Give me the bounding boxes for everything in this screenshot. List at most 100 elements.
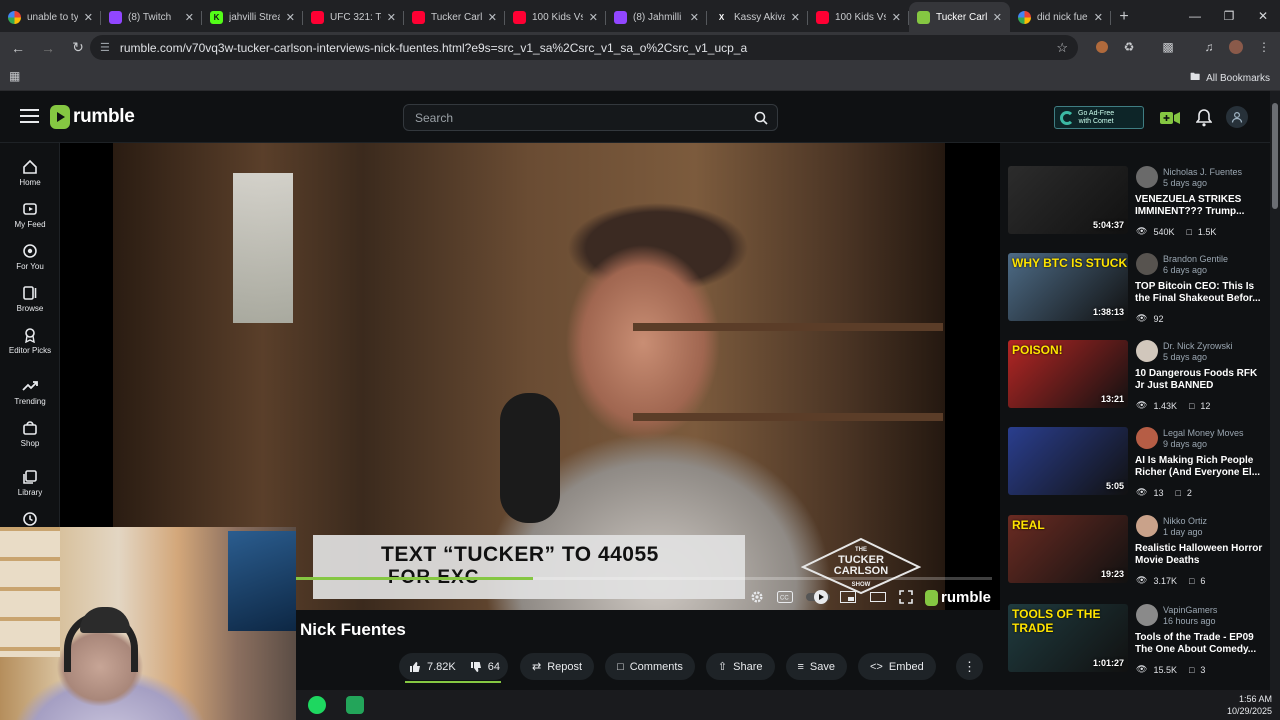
close-tab-icon[interactable]: ✕ <box>993 11 1002 24</box>
close-tab-icon[interactable]: ✕ <box>387 11 396 24</box>
channel-avatar[interactable] <box>1136 166 1158 188</box>
recommended-video-title[interactable]: TOP Bitcoin CEO: This Is the Final Shake… <box>1135 281 1265 305</box>
close-tab-icon[interactable]: ✕ <box>892 11 901 24</box>
video-thumbnail[interactable]: POISON! 13:21 <box>1008 340 1128 408</box>
channel-name[interactable]: Nicholas J. Fuentes <box>1163 167 1242 177</box>
more-options-icon[interactable]: ⋮ <box>956 653 983 680</box>
channel-avatar[interactable] <box>1136 340 1158 362</box>
video-thumbnail[interactable]: REAL 19:23 <box>1008 515 1128 583</box>
channel-name[interactable]: Dr. Nick Zyrowski <box>1163 341 1233 351</box>
browser-tab[interactable]: UFC 321: To ✕ <box>303 2 404 32</box>
media-control-icon[interactable]: ♫ <box>1199 37 1219 57</box>
cast-icon[interactable]: ▩ <box>1158 37 1178 57</box>
close-tab-icon[interactable]: ✕ <box>1094 11 1103 24</box>
close-tab-icon[interactable]: ✕ <box>185 11 194 24</box>
profile-icon[interactable] <box>1226 37 1246 57</box>
recommended-video-card[interactable]: REAL 19:23 Nikko Ortiz 1 day ago Realistic H… <box>1008 515 1270 591</box>
close-tab-icon[interactable]: ✕ <box>84 11 93 24</box>
sidebar-item-my-feed[interactable]: My Feed <box>0 201 60 229</box>
extensions-puzzle-icon[interactable]: ♻ <box>1119 37 1139 57</box>
sidebar-item-home[interactable]: Home <box>0 159 60 187</box>
share-button[interactable]: ⇧ Share <box>705 653 775 680</box>
fullscreen-icon[interactable] <box>897 588 915 606</box>
sidebar-item-for-you[interactable]: For You <box>0 243 60 271</box>
comments-button[interactable]: □ Comments <box>605 653 695 680</box>
video-thumbnail[interactable]: TOOLS OF THE TRADE 1:01:27 <box>1008 604 1128 672</box>
channel-avatar[interactable] <box>1136 427 1158 449</box>
miniplayer-icon[interactable] <box>839 588 857 606</box>
recommended-video-card[interactable]: WHY BTC IS STUCK 1:38:13 Brandon Gentile 6 … <box>1008 253 1270 329</box>
forward-icon[interactable]: → <box>34 34 62 62</box>
recommended-video-card[interactable]: TOOLS OF THE TRADE 1:01:27 VapinGamers 16 h… <box>1008 604 1270 680</box>
channel-name[interactable]: VapinGamers <box>1163 605 1217 615</box>
recommended-video-card[interactable]: 5:05 Legal Money Moves 9 days ago AI Is Mak… <box>1008 427 1270 503</box>
recommended-video-card[interactable]: POISON! 13:21 Dr. Nick Zyrowski 5 days ago 1… <box>1008 340 1270 416</box>
recommended-video-title[interactable]: Tools of the Trade - EP09 The One About … <box>1135 632 1265 656</box>
theater-mode-icon[interactable] <box>869 588 887 606</box>
new-tab-button[interactable]: + <box>1111 2 1137 32</box>
sidebar-item-shop[interactable]: Shop <box>0 420 60 448</box>
closed-captions-icon[interactable]: CC <box>776 588 794 606</box>
video-thumbnail[interactable]: WHY BTC IS STUCK 1:38:13 <box>1008 253 1128 321</box>
minimize-icon[interactable]: — <box>1178 0 1212 32</box>
channel-avatar[interactable] <box>1136 604 1158 626</box>
browser-tab[interactable]: 100 Kids Vs ✕ <box>808 2 909 32</box>
restore-icon[interactable]: ❐ <box>1212 0 1246 32</box>
hamburger-menu-icon[interactable] <box>20 109 39 123</box>
sidebar-item-editor-picks[interactable]: Editor Picks <box>0 327 60 355</box>
browser-tab[interactable]: did nick fue ✕ <box>1010 2 1111 32</box>
browser-tab[interactable]: Tucker Carl ✕ <box>404 2 505 32</box>
close-window-icon[interactable]: ✕ <box>1246 0 1280 32</box>
back-icon[interactable]: ← <box>4 34 32 62</box>
close-tab-icon[interactable]: ✕ <box>286 11 295 24</box>
video-thumbnail[interactable]: 5:05 <box>1008 427 1128 495</box>
recommended-video-title[interactable]: AI Is Making Rich People Richer (And Eve… <box>1135 455 1265 479</box>
sidebar-item-library[interactable]: Library <box>0 469 60 497</box>
close-tab-icon[interactable]: ✕ <box>589 11 598 24</box>
browser-tab[interactable]: Tucker Carl ✕ <box>909 2 1010 32</box>
address-bar[interactable]: ☰ rumble.com/v70vq3w-tucker-carlson-inte… <box>90 35 1078 60</box>
browser-tab[interactable]: (8) Twitch ✕ <box>101 2 202 32</box>
settings-gear-icon[interactable] <box>748 588 766 606</box>
repost-button[interactable]: ⇄ Repost <box>520 653 595 680</box>
rumble-logo[interactable]: rumble <box>50 105 135 129</box>
channel-name[interactable]: Nikko Ortiz <box>1163 516 1207 526</box>
search-icon[interactable] <box>753 110 769 126</box>
close-tab-icon[interactable]: ✕ <box>488 11 497 24</box>
embed-button[interactable]: <> Embed <box>858 653 936 680</box>
browser-tab[interactable]: (8) Jahmilli ✕ <box>606 2 707 32</box>
channel-avatar[interactable] <box>1136 515 1158 537</box>
channel-name[interactable]: Legal Money Moves <box>1163 428 1244 438</box>
rumble-watermark[interactable]: rumble <box>925 589 991 606</box>
scrollbar-thumb[interactable] <box>1272 103 1278 209</box>
video-thumbnail[interactable]: 5:04:37 <box>1008 166 1128 234</box>
recommended-video-card[interactable]: 5:04:37 Nicholas J. Fuentes 5 days ago VENE… <box>1008 166 1270 242</box>
go-ad-free-button[interactable]: Go Ad-Free with Comet <box>1054 106 1144 129</box>
apps-grid-icon[interactable]: ▦ <box>9 69 20 83</box>
close-tab-icon[interactable]: ✕ <box>690 11 699 24</box>
recommended-video-title[interactable]: VENEZUELA STRIKES IMMINENT??? Trump... <box>1135 194 1265 218</box>
channel-name[interactable]: Brandon Gentile <box>1163 254 1228 264</box>
recommended-video-title[interactable]: 10 Dangerous Foods RFK Jr Just BANNED <box>1135 368 1265 392</box>
upload-video-icon[interactable] <box>1159 107 1181 129</box>
sidebar-item-trending[interactable]: Trending <box>0 378 60 406</box>
notifications-bell-icon[interactable] <box>1193 107 1215 129</box>
extension-avatar-icon[interactable] <box>1092 37 1112 57</box>
browser-tab[interactable]: 100 Kids Vs ✕ <box>505 2 606 32</box>
reload-icon[interactable]: ↻ <box>64 34 92 62</box>
bookmark-star-icon[interactable]: ☆ <box>1056 40 1068 56</box>
seek-bar[interactable] <box>296 577 992 580</box>
browser-tab[interactable]: unable to ty ✕ <box>0 2 101 32</box>
browser-tab[interactable]: X Kassy Akiva ✕ <box>707 2 808 32</box>
spotify-icon[interactable] <box>308 696 326 714</box>
recommended-video-title[interactable]: Realistic Halloween Horror Movie Deaths <box>1135 543 1265 567</box>
channel-avatar[interactable] <box>1136 253 1158 275</box>
close-tab-icon[interactable]: ✕ <box>791 11 800 24</box>
discord-icon[interactable] <box>346 696 364 714</box>
browser-tab[interactable]: Kjahvilli Strea ✕ <box>202 2 303 32</box>
sidebar-item-browse[interactable]: Browse <box>0 285 60 313</box>
page-scrollbar[interactable] <box>1270 91 1280 690</box>
account-avatar-icon[interactable] <box>1226 106 1248 128</box>
like-button[interactable]: 7.82K <box>399 661 466 673</box>
site-info-icon[interactable]: ☰ <box>100 41 110 54</box>
